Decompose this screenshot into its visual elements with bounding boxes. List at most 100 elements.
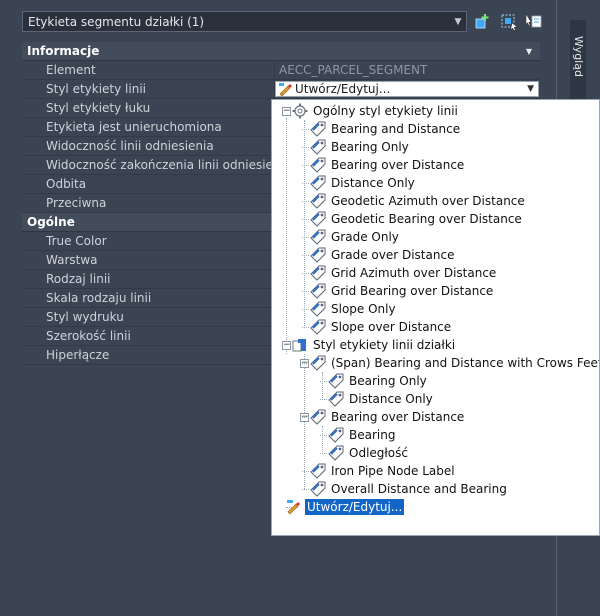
tree-item[interactable]: Bearing Only [310, 138, 411, 156]
tree-item-label: Odległość [349, 446, 408, 460]
create-edit-label: Utwórz/Edytuj... [305, 499, 405, 515]
tree-line [302, 327, 309, 328]
toggle-pickadd-icon[interactable] [525, 13, 543, 31]
tree-item[interactable]: Bearing over Distance [310, 408, 466, 426]
tree-item[interactable]: Odległość [328, 444, 410, 462]
tree-line [302, 363, 309, 364]
tree-item[interactable]: Geodetic Azimuth over Distance [310, 192, 527, 210]
tree-group-label: Ogólny styl etykiety linii [313, 104, 458, 118]
tree-item[interactable]: Bearing over Distance [310, 156, 466, 174]
tree-line [322, 426, 323, 454]
tree-item[interactable]: Slope Only [310, 300, 398, 318]
tree-item[interactable]: Grid Bearing over Distance [310, 282, 495, 300]
label-style-dropdown: − Ogólny styl etykiety linii − Styl etyk… [271, 99, 600, 536]
add-selection-icon[interactable] [475, 13, 493, 31]
label-style-select[interactable]: Utwórz/Edytuj... ▼ [275, 81, 539, 97]
label-style-icon [310, 301, 326, 317]
tree-item-label: Grid Azimuth over Distance [331, 266, 497, 280]
section-title: Ogólne [27, 215, 75, 229]
label-style-icon [310, 193, 326, 209]
tree-line [304, 120, 305, 328]
tree-item-label: Bearing over Distance [331, 410, 465, 424]
tree-line [320, 435, 327, 436]
property-row[interactable]: Styl etykiety linii Utwórz/Edytuj... ▼ [22, 80, 540, 99]
tree-item-label: (Span) Bearing and Distance with Crows F… [331, 356, 600, 370]
property-name: Hiperłącze [22, 346, 275, 364]
label-style-icon [310, 463, 326, 479]
create-edit-option[interactable]: Utwórz/Edytuj... [286, 498, 405, 516]
tree-item[interactable]: Bearing Only [328, 372, 429, 390]
label-style-value: Utwórz/Edytuj... [295, 82, 391, 96]
tree-item[interactable]: Overall Distance and Bearing [310, 480, 509, 498]
label-style-icon [310, 283, 326, 299]
quick-select-icon[interactable] [500, 13, 518, 31]
tree-line [302, 129, 309, 130]
parcel-style-icon [292, 339, 306, 352]
label-style-icon [310, 139, 326, 155]
gear-icon [292, 103, 308, 119]
tree-item-label: Bearing over Distance [331, 158, 465, 172]
tab-wyglad-label: Wygląd [572, 36, 585, 77]
property-name: Odbita [22, 175, 275, 193]
tree-line [286, 118, 287, 354]
label-style-icon [328, 373, 344, 389]
tree-item[interactable]: Bearing [328, 426, 397, 444]
tree-line [302, 219, 309, 220]
tree-item[interactable]: Iron Pipe Node Label [310, 462, 457, 480]
property-name: Element [22, 61, 275, 79]
tree-line [302, 471, 309, 472]
tree-line [302, 489, 309, 490]
tree-line [322, 372, 323, 400]
tree-item[interactable]: (Span) Bearing and Distance with Crows F… [310, 354, 600, 372]
tree-line [302, 309, 309, 310]
properties-header: Etykieta segmentu działki (1) ▼ [0, 0, 556, 42]
tree-item-label: Distance Only [331, 176, 415, 190]
section-informacje[interactable]: Informacje ▼ [22, 42, 540, 61]
property-name: Szerokość linii [22, 327, 275, 345]
chevron-down-icon[interactable]: ▼ [450, 12, 466, 31]
tree-item-label: Bearing [349, 428, 396, 442]
create-edit-icon [287, 500, 300, 515]
tree-group-parcel[interactable]: Styl etykiety linii działki [292, 336, 457, 354]
tree-item-label: Bearing Only [331, 140, 409, 154]
property-name: Styl etykiety linii [22, 80, 275, 98]
label-style-icon [310, 355, 326, 371]
tree-line [302, 255, 309, 256]
property-name: Widoczność linii odniesienia [22, 137, 275, 155]
tree-item-label: Iron Pipe Node Label [331, 464, 455, 478]
tree-item[interactable]: Slope over Distance [310, 318, 453, 336]
tree-item-label: Distance Only [349, 392, 433, 406]
tree-line [302, 273, 309, 274]
tree-item[interactable]: Grade Only [310, 228, 401, 246]
label-style-icon [310, 229, 326, 245]
tree-item-label: Geodetic Azimuth over Distance [331, 194, 525, 208]
tree-group-general[interactable]: Ogólny styl etykiety linii [292, 102, 460, 120]
label-style-icon [310, 409, 326, 425]
tree-line [320, 453, 327, 454]
property-name: Skala rodzaju linii [22, 289, 275, 307]
collapse-toggle-icon[interactable]: − [282, 107, 291, 116]
object-type-select[interactable]: Etykieta segmentu działki (1) ▼ [22, 11, 467, 32]
tree-item[interactable]: Grade over Distance [310, 246, 456, 264]
tree-item[interactable]: Distance Only [310, 174, 417, 192]
label-style-icon [328, 427, 344, 443]
property-name: True Color [22, 232, 275, 250]
chevron-down-icon[interactable]: ▼ [527, 84, 538, 94]
collapse-toggle-icon[interactable]: − [282, 341, 291, 350]
tree-line [302, 147, 309, 148]
label-style-icon [310, 175, 326, 191]
tree-line [302, 201, 309, 202]
tree-item[interactable]: Bearing and Distance [310, 120, 462, 138]
property-name: Przeciwna [22, 194, 275, 212]
tree-item[interactable]: Distance Only [328, 390, 435, 408]
label-style-icon [328, 445, 344, 461]
tree-item[interactable]: Geodetic Bearing over Distance [310, 210, 524, 228]
collapse-arrow-icon[interactable]: ▼ [526, 47, 532, 56]
property-row[interactable]: Element AECC_PARCEL_SEGMENT [22, 61, 540, 80]
tab-wyglad-label-wrap: Wygląd [570, 28, 586, 108]
label-style-icon [310, 157, 326, 173]
tree-item[interactable]: Grid Azimuth over Distance [310, 264, 498, 282]
label-style-icon [310, 211, 326, 227]
tree-item-label: Grade Only [331, 230, 399, 244]
tree-line [302, 417, 309, 418]
